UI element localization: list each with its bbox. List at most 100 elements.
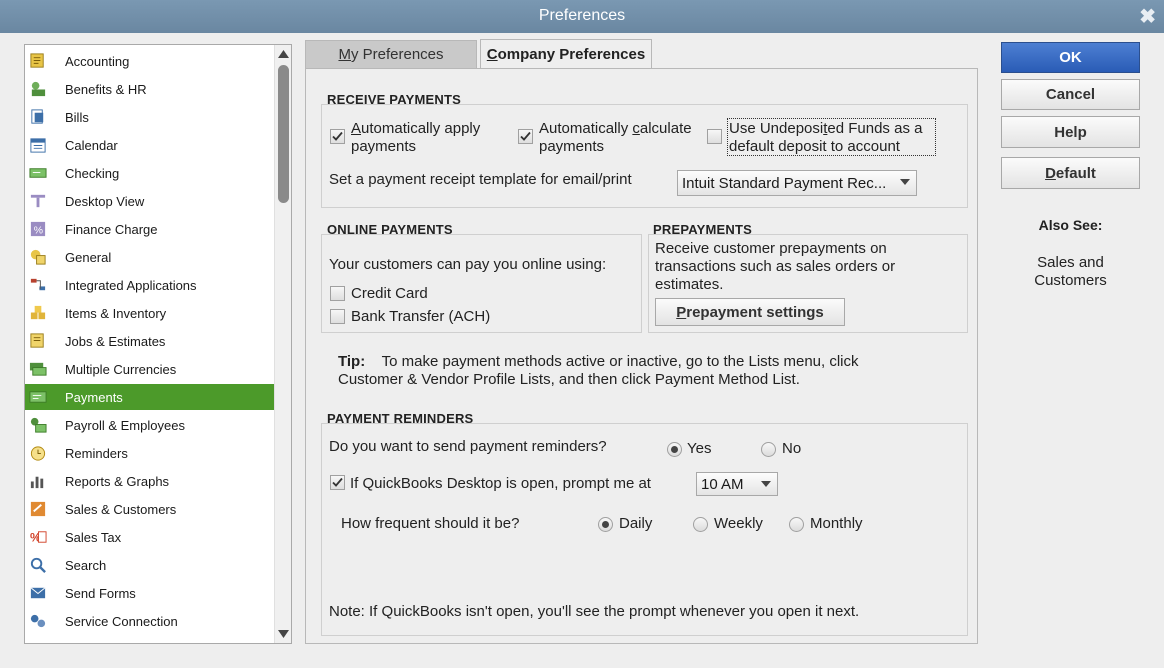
sidebar-item-benefits-hr[interactable]: Benefits & HR [25,76,274,102]
sidebar-item-label: Desktop View [65,193,145,209]
sidebar-item-sales-tax[interactable]: % Sales Tax [25,524,274,550]
help-button[interactable]: Help [1001,116,1140,148]
sidebar-item-multiple-currencies[interactable]: Multiple Currencies [25,356,274,382]
integrated-apps-icon [27,275,49,295]
checkmark-icon [332,131,343,141]
sidebar-item-general[interactable]: General [25,244,274,270]
auto-calculate-label[interactable]: Automatically calculate payments [539,120,692,156]
sidebar-item-calendar[interactable]: Calendar [25,132,274,158]
sidebar-item-label: Finance Charge [65,221,158,237]
undeposited-funds-checkbox[interactable] [707,129,722,144]
online-payments-intro: Your customers can pay you online using: [329,256,607,273]
ach-checkbox[interactable] [330,309,345,324]
sidebar-item-finance-charge[interactable]: % Finance Charge [25,216,274,242]
reminder-time-dropdown[interactable]: 10 AM [696,472,778,496]
chevron-down-icon [900,179,910,185]
sidebar-item-label: Payroll & Employees [65,417,185,433]
receipt-template-dropdown[interactable]: Intuit Standard Payment Rec... [677,170,917,196]
payments-icon [27,387,49,407]
also-see-link[interactable]: Sales and Customers [1001,254,1140,290]
svg-text:%: % [34,225,43,236]
auto-calculate-checkbox[interactable] [518,129,533,144]
prompt-me-label[interactable]: If QuickBooks Desktop is open, prompt me… [350,475,651,493]
sidebar-item-label: Search [65,557,107,573]
sidebar-item-label: Sales Tax [65,529,122,545]
also-see-title: Also See: [1038,217,1103,233]
reminder-note: Note: If QuickBooks isn't open, you'll s… [329,603,860,620]
tip-text: Tip: To make payment methods active or i… [338,353,859,388]
search-icon [27,555,49,575]
sidebar-item-accounting[interactable]: Accounting [25,48,274,74]
radio-selected-dot [671,446,678,453]
accounting-icon [27,51,49,71]
reports-icon [27,471,49,491]
tab-my-preferences[interactable]: My Preferences [305,40,477,68]
sidebar-item-label: Payments [65,389,123,405]
sidebar-item-label: Integrated Applications [65,277,197,293]
credit-card-label[interactable]: Credit Card [351,285,428,303]
sidebar-item-payments[interactable]: Payments [25,384,274,410]
close-icon[interactable]: ✖ [1139,4,1156,29]
reminders-yes-label[interactable]: Yes [687,440,711,458]
chevron-down-icon [761,481,771,487]
reminders-no-radio[interactable] [761,442,776,457]
sidebar-item-integrated-applications[interactable]: Integrated Applications [25,272,274,298]
bills-icon [27,107,49,127]
reminders-no-label[interactable]: No [782,440,801,458]
credit-card-checkbox[interactable] [330,286,345,301]
items-inventory-icon [27,303,49,323]
sidebar-item-label: Service Connection [65,613,178,629]
sidebar-item-desktop-view[interactable]: Desktop View [25,188,274,214]
sidebar-item-reminders[interactable]: Reminders [25,440,274,466]
sidebar-item-service-connection[interactable]: Service Connection [25,608,274,634]
sidebar-item-items-inventory[interactable]: Items & Inventory [25,300,274,326]
finance-charge-icon: % [27,219,49,239]
prompt-me-checkbox[interactable] [330,475,345,490]
cancel-button[interactable]: Cancel [1001,79,1140,110]
frequency-label: How frequent should it be? [341,515,520,532]
calendar-icon [27,135,49,155]
auto-apply-label[interactable]: Automatically apply payments [351,120,480,156]
auto-apply-checkbox[interactable] [330,129,345,144]
frequency-weekly-radio[interactable] [693,517,708,532]
sidebar-item-jobs-estimates[interactable]: Jobs & Estimates [25,328,274,354]
sidebar-item-search[interactable]: Search [25,552,274,578]
tab-company-preferences[interactable]: Company Preferences [480,39,652,69]
frequency-daily-radio[interactable] [598,517,613,532]
frequency-daily-label[interactable]: Daily [619,515,652,533]
currencies-icon [27,359,49,379]
frequency-monthly-radio[interactable] [789,517,804,532]
sidebar-item-send-forms[interactable]: Send Forms [25,580,274,606]
sidebar-item-label: Accounting [65,53,130,69]
scroll-down-arrow-icon[interactable] [275,625,291,643]
sidebar-item-checking[interactable]: Checking [25,160,274,186]
scrollbar-thumb[interactable] [278,65,289,203]
ok-button[interactable]: OK [1001,42,1140,73]
sales-customers-icon [27,499,49,519]
sidebar-item-reports-graphs[interactable]: Reports & Graphs [25,468,274,494]
reminders-icon [27,443,49,463]
sidebar-item-payroll-employees[interactable]: Payroll & Employees [25,412,274,438]
vertical-scrollbar[interactable] [274,45,291,643]
undeposited-funds-label[interactable]: Use Undeposited Funds as a default depos… [729,120,922,156]
sidebar-item-sales-customers[interactable]: Sales & Customers [25,496,274,522]
reminders-yes-radio[interactable] [667,442,682,457]
default-button[interactable]: Default [1001,157,1140,189]
general-icon [27,247,49,267]
title-bar: Preferences ✖ [0,0,1164,33]
sidebar-item-bills[interactable]: Bills [25,104,274,130]
sidebar-item-label: General [65,249,112,265]
frequency-weekly-label[interactable]: Weekly [714,515,763,533]
sidebar-item-label: Calendar [65,137,118,153]
desktop-view-icon [27,191,49,211]
category-list[interactable]: Accounting Benefits & HR Bills Calendar Chec… [24,44,292,644]
benefits-icon [27,79,49,99]
radio-selected-dot [602,521,609,528]
send-reminders-question: Do you want to send payment reminders? [329,438,607,455]
ach-label[interactable]: Bank Transfer (ACH) [351,308,490,326]
frequency-monthly-label[interactable]: Monthly [810,515,863,533]
sidebar-item-label: Reminders [65,445,128,461]
window-title: Preferences [538,7,626,24]
scroll-up-arrow-icon[interactable] [275,45,291,63]
prepayment-settings-button[interactable]: Prepayment settings [655,298,845,326]
